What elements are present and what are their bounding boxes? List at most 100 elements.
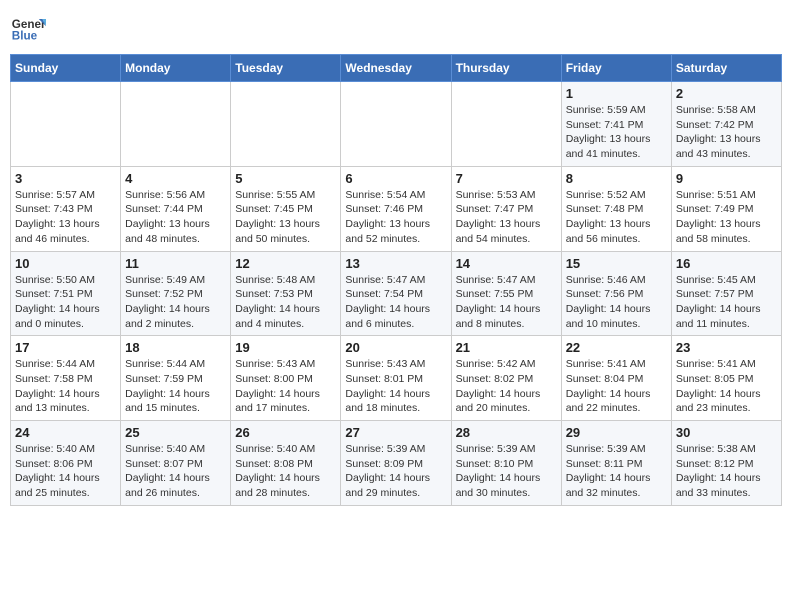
day-info: Sunrise: 5:43 AM Sunset: 8:01 PM Dayligh… <box>345 357 446 416</box>
day-number: 22 <box>566 340 667 355</box>
day-info: Sunrise: 5:42 AM Sunset: 8:02 PM Dayligh… <box>456 357 557 416</box>
calendar-cell: 28Sunrise: 5:39 AM Sunset: 8:10 PM Dayli… <box>451 421 561 506</box>
calendar-cell: 10 Sunrise: 5:50 AM Sunset: 7:51 PM Dayli… <box>11 251 121 336</box>
logo-icon: General Blue <box>10 10 46 46</box>
col-header-thursday: Thursday <box>451 55 561 82</box>
calendar-cell: 9 Sunrise: 5:51 AM Sunset: 7:49 PM Daylig… <box>671 166 781 251</box>
day-number: 23 <box>676 340 777 355</box>
calendar-cell: 25 Sunrise: 5:40 AM Sunset: 8:07 PM Dayli… <box>121 421 231 506</box>
day-number: 6 <box>345 171 446 186</box>
col-header-tuesday: Tuesday <box>231 55 341 82</box>
day-number: 20 <box>345 340 446 355</box>
day-info: Sunrise: 5:57 AM Sunset: 7:43 PM Dayligh… <box>15 188 116 247</box>
calendar-cell: 21Sunrise: 5:42 AM Sunset: 8:02 PM Dayli… <box>451 336 561 421</box>
calendar-cell: 15 Sunrise: 5:46 AM Sunset: 7:56 PM Dayli… <box>561 251 671 336</box>
day-number: 16 <box>676 256 777 271</box>
calendar-cell: 30 Sunrise: 5:38 AM Sunset: 8:12 PM Dayli… <box>671 421 781 506</box>
day-info: Sunrise: 5:39 AM Sunset: 8:11 PM Dayligh… <box>566 442 667 501</box>
svg-text:Blue: Blue <box>12 30 38 43</box>
day-number: 8 <box>566 171 667 186</box>
day-number: 12 <box>235 256 336 271</box>
day-info: Sunrise: 5:47 AM Sunset: 7:55 PM Dayligh… <box>456 273 557 332</box>
day-info: Sunrise: 5:56 AM Sunset: 7:44 PM Dayligh… <box>125 188 226 247</box>
day-info: Sunrise: 5:48 AM Sunset: 7:53 PM Dayligh… <box>235 273 336 332</box>
calendar-cell: 27 Sunrise: 5:39 AM Sunset: 8:09 PM Dayli… <box>341 421 451 506</box>
calendar-cell: 7Sunrise: 5:53 AM Sunset: 7:47 PM Daylig… <box>451 166 561 251</box>
calendar-cell: 14 Sunrise: 5:47 AM Sunset: 7:55 PM Dayli… <box>451 251 561 336</box>
day-info: Sunrise: 5:59 AM Sunset: 7:41 PM Dayligh… <box>566 103 667 162</box>
day-number: 13 <box>345 256 446 271</box>
col-header-friday: Friday <box>561 55 671 82</box>
col-header-saturday: Saturday <box>671 55 781 82</box>
calendar-cell: 4 Sunrise: 5:56 AM Sunset: 7:44 PM Daylig… <box>121 166 231 251</box>
col-header-monday: Monday <box>121 55 231 82</box>
day-number: 5 <box>235 171 336 186</box>
calendar-cell: 20 Sunrise: 5:43 AM Sunset: 8:01 PM Dayli… <box>341 336 451 421</box>
day-info: Sunrise: 5:53 AM Sunset: 7:47 PM Dayligh… <box>456 188 557 247</box>
week-row-4: 17 Sunrise: 5:44 AM Sunset: 7:58 PM Dayli… <box>11 336 782 421</box>
day-info: Sunrise: 5:44 AM Sunset: 7:58 PM Dayligh… <box>15 357 116 416</box>
day-number: 14 <box>456 256 557 271</box>
calendar-cell: 6 Sunrise: 5:54 AM Sunset: 7:46 PM Daylig… <box>341 166 451 251</box>
day-info: Sunrise: 5:54 AM Sunset: 7:46 PM Dayligh… <box>345 188 446 247</box>
day-number: 10 <box>15 256 116 271</box>
day-info: Sunrise: 5:40 AM Sunset: 8:06 PM Dayligh… <box>15 442 116 501</box>
calendar-cell <box>451 82 561 167</box>
calendar-cell: 29 Sunrise: 5:39 AM Sunset: 8:11 PM Dayli… <box>561 421 671 506</box>
calendar-cell: 17 Sunrise: 5:44 AM Sunset: 7:58 PM Dayli… <box>11 336 121 421</box>
day-number: 18 <box>125 340 226 355</box>
day-info: Sunrise: 5:47 AM Sunset: 7:54 PM Dayligh… <box>345 273 446 332</box>
week-row-2: 3 Sunrise: 5:57 AM Sunset: 7:43 PM Daylig… <box>11 166 782 251</box>
calendar-cell: 19 Sunrise: 5:43 AM Sunset: 8:00 PM Dayli… <box>231 336 341 421</box>
col-header-wednesday: Wednesday <box>341 55 451 82</box>
day-info: Sunrise: 5:52 AM Sunset: 7:48 PM Dayligh… <box>566 188 667 247</box>
day-info: Sunrise: 5:41 AM Sunset: 8:05 PM Dayligh… <box>676 357 777 416</box>
day-info: Sunrise: 5:55 AM Sunset: 7:45 PM Dayligh… <box>235 188 336 247</box>
calendar-cell: 13 Sunrise: 5:47 AM Sunset: 7:54 PM Dayli… <box>341 251 451 336</box>
week-row-5: 24 Sunrise: 5:40 AM Sunset: 8:06 PM Dayli… <box>11 421 782 506</box>
day-info: Sunrise: 5:43 AM Sunset: 8:00 PM Dayligh… <box>235 357 336 416</box>
week-row-3: 10 Sunrise: 5:50 AM Sunset: 7:51 PM Dayli… <box>11 251 782 336</box>
day-info: Sunrise: 5:38 AM Sunset: 8:12 PM Dayligh… <box>676 442 777 501</box>
calendar-table: SundayMondayTuesdayWednesdayThursdayFrid… <box>10 54 782 506</box>
day-info: Sunrise: 5:51 AM Sunset: 7:49 PM Dayligh… <box>676 188 777 247</box>
calendar-cell: 5 Sunrise: 5:55 AM Sunset: 7:45 PM Daylig… <box>231 166 341 251</box>
day-info: Sunrise: 5:41 AM Sunset: 8:04 PM Dayligh… <box>566 357 667 416</box>
calendar-header-row: SundayMondayTuesdayWednesdayThursdayFrid… <box>11 55 782 82</box>
calendar-cell <box>341 82 451 167</box>
day-number: 19 <box>235 340 336 355</box>
calendar-cell <box>231 82 341 167</box>
day-number: 27 <box>345 425 446 440</box>
day-info: Sunrise: 5:58 AM Sunset: 7:42 PM Dayligh… <box>676 103 777 162</box>
calendar-cell: 23 Sunrise: 5:41 AM Sunset: 8:05 PM Dayli… <box>671 336 781 421</box>
day-number: 9 <box>676 171 777 186</box>
day-info: Sunrise: 5:50 AM Sunset: 7:51 PM Dayligh… <box>15 273 116 332</box>
day-number: 17 <box>15 340 116 355</box>
day-info: Sunrise: 5:46 AM Sunset: 7:56 PM Dayligh… <box>566 273 667 332</box>
day-number: 30 <box>676 425 777 440</box>
logo: General Blue <box>10 10 46 46</box>
day-info: Sunrise: 5:39 AM Sunset: 8:10 PM Dayligh… <box>456 442 557 501</box>
day-info: Sunrise: 5:49 AM Sunset: 7:52 PM Dayligh… <box>125 273 226 332</box>
day-number: 24 <box>15 425 116 440</box>
calendar-cell: 1Sunrise: 5:59 AM Sunset: 7:41 PM Daylig… <box>561 82 671 167</box>
calendar-cell: 8 Sunrise: 5:52 AM Sunset: 7:48 PM Daylig… <box>561 166 671 251</box>
day-number: 15 <box>566 256 667 271</box>
page-header: General Blue <box>10 10 782 46</box>
day-number: 29 <box>566 425 667 440</box>
calendar-cell: 12 Sunrise: 5:48 AM Sunset: 7:53 PM Dayli… <box>231 251 341 336</box>
day-number: 2 <box>676 86 777 101</box>
week-row-1: 1Sunrise: 5:59 AM Sunset: 7:41 PM Daylig… <box>11 82 782 167</box>
day-number: 3 <box>15 171 116 186</box>
calendar-cell: 22 Sunrise: 5:41 AM Sunset: 8:04 PM Dayli… <box>561 336 671 421</box>
day-info: Sunrise: 5:39 AM Sunset: 8:09 PM Dayligh… <box>345 442 446 501</box>
day-number: 26 <box>235 425 336 440</box>
calendar-cell: 24 Sunrise: 5:40 AM Sunset: 8:06 PM Dayli… <box>11 421 121 506</box>
calendar-cell <box>121 82 231 167</box>
day-number: 25 <box>125 425 226 440</box>
calendar-cell: 2 Sunrise: 5:58 AM Sunset: 7:42 PM Daylig… <box>671 82 781 167</box>
day-number: 4 <box>125 171 226 186</box>
day-info: Sunrise: 5:40 AM Sunset: 8:07 PM Dayligh… <box>125 442 226 501</box>
col-header-sunday: Sunday <box>11 55 121 82</box>
day-info: Sunrise: 5:44 AM Sunset: 7:59 PM Dayligh… <box>125 357 226 416</box>
